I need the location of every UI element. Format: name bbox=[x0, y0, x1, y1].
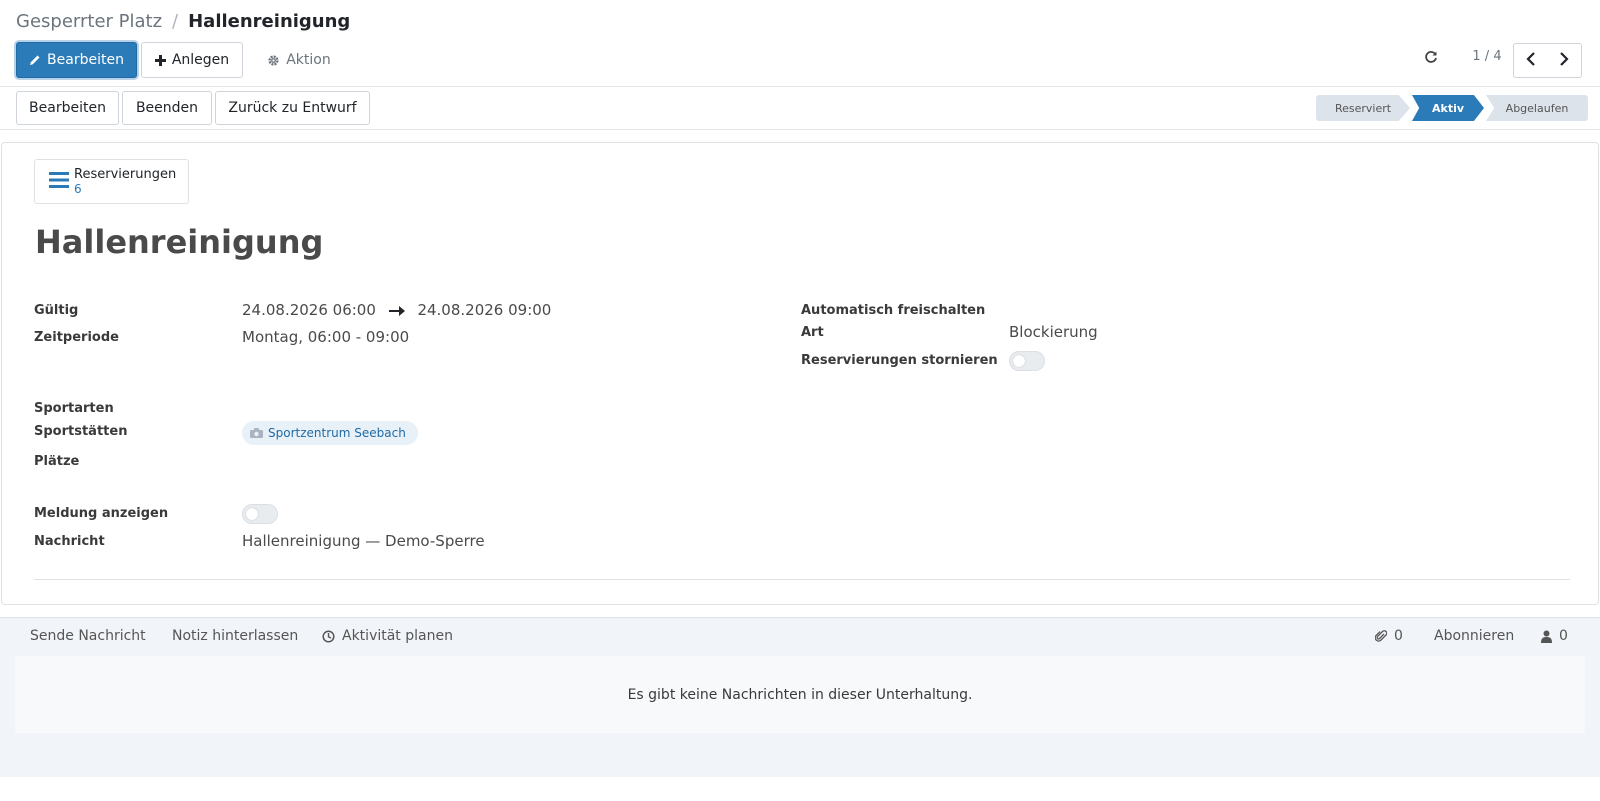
gueltig-start: 24.08.2026 06:00 bbox=[242, 301, 376, 319]
camera-icon bbox=[250, 428, 263, 438]
gear-icon bbox=[267, 54, 280, 67]
storno-label: Reservierungen stornieren bbox=[801, 353, 998, 368]
sportstaetten-tag-label: Sportzentrum Seebach bbox=[268, 426, 406, 440]
control-panel-divider bbox=[0, 86, 1600, 87]
stage-abgelaufen[interactable]: Abgelaufen bbox=[1486, 95, 1588, 121]
attachments-button[interactable]: 0 bbox=[1375, 628, 1403, 644]
breadcrumb-current: Hallenreinigung bbox=[188, 11, 351, 32]
action-dropdown[interactable]: Aktion bbox=[258, 42, 340, 78]
pager-value[interactable]: 1 / 4 bbox=[1472, 49, 1502, 64]
meldung-toggle[interactable] bbox=[242, 504, 278, 524]
schedule-activity-label: Aktivität planen bbox=[342, 628, 453, 644]
record-title: Hallenreinigung bbox=[35, 223, 324, 261]
nachricht-label: Nachricht bbox=[34, 534, 105, 549]
pencil-icon bbox=[29, 54, 41, 66]
log-note-button[interactable]: Notiz hinterlassen bbox=[172, 628, 298, 644]
empty-messages: Es gibt keine Nachrichten in dieser Unte… bbox=[15, 656, 1585, 733]
stage-reserviert[interactable]: Reserviert bbox=[1316, 95, 1410, 121]
reservations-smart-button[interactable]: Reservierungen 6 bbox=[34, 159, 189, 204]
statusbar-divider bbox=[0, 129, 1600, 130]
send-message-button[interactable]: Sende Nachricht bbox=[30, 628, 146, 644]
refresh-icon[interactable] bbox=[1424, 50, 1438, 68]
art-label: Art bbox=[801, 325, 824, 340]
gueltig-end: 24.08.2026 09:00 bbox=[417, 301, 552, 319]
create-button[interactable]: Anlegen bbox=[141, 42, 243, 78]
chatter: Sende Nachricht Notiz hinterlassen Aktiv… bbox=[0, 617, 1600, 777]
smart-button-label: Reservierungen bbox=[74, 167, 177, 182]
breadcrumb: Gesperrter Platz / Hallenreinigung bbox=[16, 11, 350, 32]
chevron-left-icon bbox=[1525, 51, 1536, 70]
auto-label: Automatisch freischalten bbox=[801, 303, 986, 318]
arrow-right-icon bbox=[388, 302, 405, 320]
schedule-activity-button[interactable]: Aktivität planen bbox=[322, 628, 453, 644]
storno-toggle[interactable] bbox=[1009, 351, 1045, 371]
form-sheet: Reservierungen 6 Hallenreinigung Gültig … bbox=[1, 142, 1599, 605]
followers-button[interactable]: 0 bbox=[1541, 628, 1568, 644]
paperclip-icon bbox=[1375, 629, 1387, 643]
smart-button-count: 6 bbox=[74, 182, 82, 196]
chevron-right-icon bbox=[1559, 51, 1569, 70]
sportarten-label: Sportarten bbox=[34, 401, 114, 416]
list-icon bbox=[49, 171, 69, 193]
edit-button-label: Bearbeiten bbox=[47, 52, 124, 68]
followers-count: 0 bbox=[1559, 628, 1568, 644]
finish-button[interactable]: Beenden bbox=[122, 91, 212, 125]
pager-previous-button[interactable] bbox=[1513, 43, 1548, 78]
create-button-label: Anlegen bbox=[171, 52, 230, 68]
user-icon bbox=[1541, 630, 1552, 643]
meldung-label: Meldung anzeigen bbox=[34, 506, 169, 521]
storno-toggle-knob bbox=[1013, 355, 1025, 367]
attachments-count: 0 bbox=[1394, 628, 1403, 644]
plus-icon bbox=[154, 54, 166, 66]
sheet-divider bbox=[34, 579, 1570, 580]
sportstaetten-tag[interactable]: Sportzentrum Seebach bbox=[242, 421, 418, 445]
art-value: Blockierung bbox=[1009, 323, 1098, 341]
action-label: Aktion bbox=[286, 52, 331, 68]
stage-aktiv[interactable]: Aktiv bbox=[1412, 95, 1484, 121]
breadcrumb-parent[interactable]: Gesperrter Platz bbox=[16, 11, 162, 32]
pager-next-button[interactable] bbox=[1547, 43, 1582, 78]
zeitperiode-label: Zeitperiode bbox=[34, 330, 119, 345]
gueltig-field[interactable]: 24.08.2026 06:00 24.08.2026 09:00 bbox=[242, 301, 551, 320]
sportstaetten-label: Sportstätten bbox=[34, 424, 128, 439]
zeitperiode-value: Montag, 06:00 - 09:00 bbox=[242, 328, 410, 346]
breadcrumb-separator: / bbox=[172, 11, 179, 32]
plaetze-label: Plätze bbox=[34, 454, 80, 469]
nachricht-value: Hallenreinigung — Demo-Sperre bbox=[242, 532, 485, 550]
clock-icon bbox=[322, 629, 335, 643]
back-to-draft-button[interactable]: Zurück zu Entwurf bbox=[215, 91, 370, 125]
status-edit-button[interactable]: Bearbeiten bbox=[16, 91, 119, 125]
follow-button[interactable]: Abonnieren bbox=[1434, 628, 1514, 644]
gueltig-label: Gültig bbox=[34, 303, 79, 318]
meldung-toggle-knob bbox=[246, 508, 258, 520]
empty-messages-text: Es gibt keine Nachrichten in dieser Unte… bbox=[627, 686, 973, 703]
edit-button[interactable]: Bearbeiten bbox=[16, 42, 137, 78]
